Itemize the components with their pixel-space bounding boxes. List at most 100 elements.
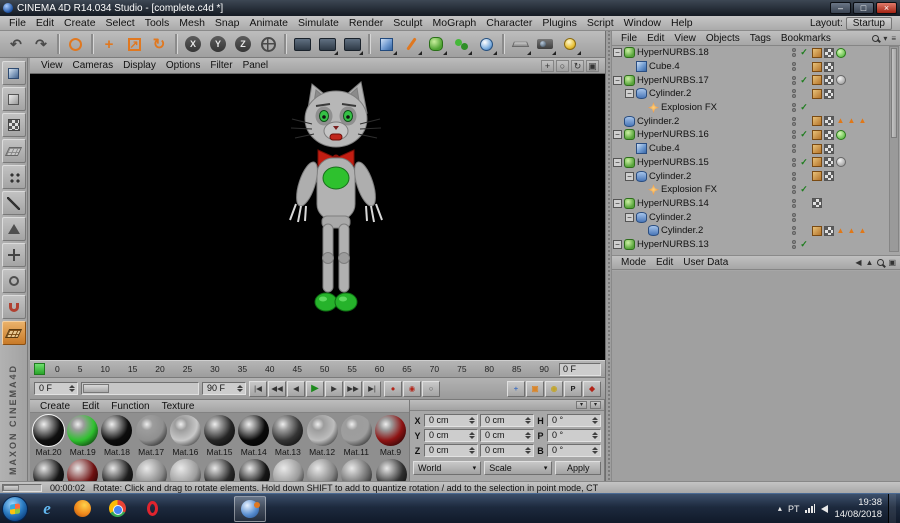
maximize-button[interactable]: □ xyxy=(853,2,874,14)
add-deformer-button[interactable] xyxy=(474,32,498,56)
taskbar-clock[interactable]: 19:38 14/08/2018 xyxy=(834,497,882,521)
menu-sculpt[interactable]: Sculpt xyxy=(388,17,427,29)
attributes-menu-user-data[interactable]: User Data xyxy=(678,257,733,268)
checker-tag[interactable] xyxy=(824,157,834,168)
attributes-menu-edit[interactable]: Edit xyxy=(651,257,678,268)
axis-z-button[interactable]: Z xyxy=(231,32,255,56)
menu-tools[interactable]: Tools xyxy=(140,17,175,29)
menu-script[interactable]: Script xyxy=(582,17,619,29)
visibility-dots[interactable] xyxy=(792,130,796,140)
material-sphere[interactable] xyxy=(135,415,167,446)
material-sphere[interactable] xyxy=(204,415,236,446)
material-sphere[interactable] xyxy=(341,459,373,481)
menu-render[interactable]: Render xyxy=(344,17,388,29)
object-row[interactable]: Cube.4 xyxy=(612,60,888,74)
coord-size-y-field[interactable]: 0 cm xyxy=(480,429,534,442)
coord-size-x-field[interactable]: 0 cm xyxy=(480,414,534,427)
make-editable-button[interactable] xyxy=(1,61,26,85)
viewport-menu-panel[interactable]: Panel xyxy=(238,60,274,71)
expander-icon[interactable]: − xyxy=(613,239,622,249)
menu-edit[interactable]: Edit xyxy=(31,17,59,29)
object-label[interactable]: HyperNURBS.18 xyxy=(637,47,709,58)
add-spline-button[interactable] xyxy=(399,32,423,56)
undo-button[interactable]: ↶ xyxy=(4,32,28,56)
workplane-snap-button[interactable] xyxy=(1,321,26,345)
next-key-button[interactable]: ▶▶ xyxy=(344,380,362,397)
spinner-icon[interactable] xyxy=(237,385,243,392)
object-label[interactable]: Cube.4 xyxy=(649,61,680,72)
texture-tag[interactable] xyxy=(812,61,822,72)
material-sphere[interactable] xyxy=(374,415,406,446)
viewport-menu-options[interactable]: Options xyxy=(161,60,205,71)
start-frame-field[interactable]: 0 F xyxy=(34,382,78,395)
menu-file[interactable]: File xyxy=(4,17,31,29)
workplane-mode-button[interactable] xyxy=(1,139,26,163)
hidden-icons-button[interactable]: ▴ xyxy=(778,504,782,513)
menu-snap[interactable]: Snap xyxy=(210,17,245,29)
visibility-dots[interactable] xyxy=(792,198,796,208)
timeline-frame-field[interactable]: 0 F xyxy=(559,362,601,376)
visibility-dots[interactable] xyxy=(792,171,796,181)
expander-icon[interactable]: − xyxy=(613,48,622,58)
texture-tag[interactable] xyxy=(812,88,822,99)
material-sphere[interactable] xyxy=(101,459,133,481)
live-selection-button[interactable] xyxy=(63,32,87,56)
object-manager-menu-objects[interactable]: Objects xyxy=(701,33,745,44)
polygons-mode-button[interactable] xyxy=(1,217,26,241)
texture-tag[interactable] xyxy=(812,129,822,140)
menu-select[interactable]: Select xyxy=(101,17,140,29)
checker-tag[interactable] xyxy=(824,129,834,140)
expander-icon[interactable]: − xyxy=(613,75,622,85)
viewport-menu-display[interactable]: Display xyxy=(118,60,161,71)
object-row[interactable]: Explosion FX ✓ xyxy=(612,183,888,197)
material-item[interactable]: Mat.18 xyxy=(100,415,133,457)
autokey-button[interactable]: ◉ xyxy=(403,380,421,397)
previous-frame-button[interactable]: ◀ xyxy=(287,380,305,397)
search-icon[interactable] xyxy=(872,34,880,42)
taskbar-firefox[interactable] xyxy=(66,496,98,522)
lock-icon[interactable]: ▣ xyxy=(888,258,896,267)
checker-tag[interactable] xyxy=(824,61,834,72)
close-button[interactable]: × xyxy=(876,2,897,14)
checker-tag[interactable] xyxy=(824,171,834,182)
show-desktop-button[interactable] xyxy=(888,493,896,523)
object-label[interactable]: Cube.4 xyxy=(649,143,680,154)
coord-dropdown-icon[interactable]: ▾ xyxy=(590,401,601,409)
spinner-icon[interactable] xyxy=(469,447,475,454)
object-label[interactable]: HyperNURBS.16 xyxy=(637,129,709,140)
network-icon[interactable] xyxy=(805,504,816,513)
checker-tag[interactable] xyxy=(824,225,834,236)
visibility-dots[interactable] xyxy=(792,62,796,72)
spinner-icon[interactable] xyxy=(592,447,598,454)
object-label[interactable]: HyperNURBS.13 xyxy=(637,239,709,250)
viewport-menu-filter[interactable]: Filter xyxy=(205,60,237,71)
end-frame-field[interactable]: 90 F xyxy=(202,382,246,395)
enabled-check[interactable]: ✓ xyxy=(799,47,809,58)
texture-tag[interactable] xyxy=(812,171,822,182)
visibility-dots[interactable] xyxy=(792,212,796,222)
menu-mograph[interactable]: MoGraph xyxy=(427,17,481,29)
add-mograph-button[interactable] xyxy=(449,32,473,56)
expander-icon[interactable]: − xyxy=(625,89,634,99)
texture-tag[interactable] xyxy=(812,225,822,236)
points-mode-button[interactable] xyxy=(1,165,26,189)
object-manager-menu-file[interactable]: File xyxy=(616,33,642,44)
filter-dropdown-icon[interactable]: ▾ xyxy=(883,34,887,43)
texture-tag[interactable] xyxy=(812,116,822,127)
object-label[interactable]: Cylinder.2 xyxy=(649,88,691,99)
material-sphere[interactable] xyxy=(67,459,99,481)
material-item[interactable]: Mat.12 xyxy=(306,415,339,457)
material-item[interactable]: Mat.9 xyxy=(374,415,407,457)
enabled-check[interactable]: ✓ xyxy=(799,157,809,168)
point-level-animation-icon[interactable]: ◆ xyxy=(583,380,601,397)
attributes-menu-mode[interactable]: Mode xyxy=(616,257,651,268)
material-sphere[interactable] xyxy=(169,415,201,446)
minimize-button[interactable]: – xyxy=(830,2,851,14)
menu-help[interactable]: Help xyxy=(666,17,698,29)
coord-mode-dropdown[interactable]: Scale ▾ xyxy=(484,461,553,475)
next-frame-button[interactable]: ▶ xyxy=(325,380,343,397)
materials-menu-create[interactable]: Create xyxy=(34,401,76,412)
apply-button[interactable]: Apply xyxy=(555,461,602,475)
coordinate-system-button[interactable] xyxy=(256,32,280,56)
materials-menu-edit[interactable]: Edit xyxy=(76,401,105,412)
